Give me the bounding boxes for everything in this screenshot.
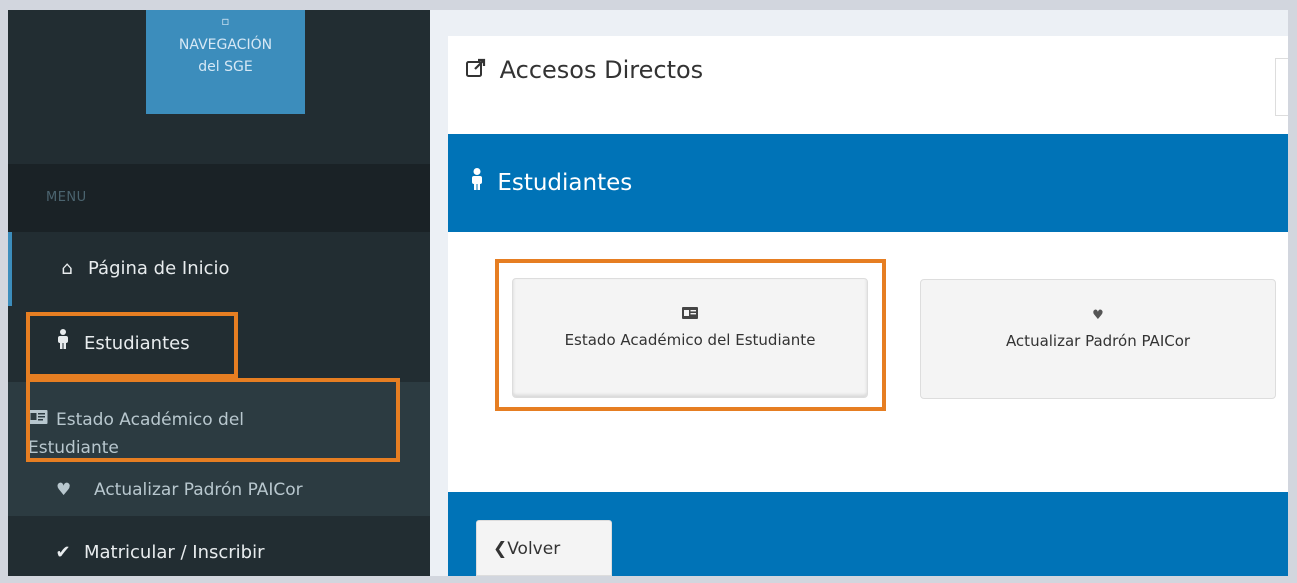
button-label: Volver (507, 539, 561, 559)
app-frame: ▫ NAVEGACIÓN del SGE MENU ⌂ Página de Ini… (8, 10, 1288, 576)
sidebar-item-label: Matricular / Inscribir (84, 542, 265, 563)
sidebar: ▫ NAVEGACIÓN del SGE MENU ⌂ Página de Ini… (8, 10, 430, 576)
section-title-text: Estudiantes (497, 170, 633, 196)
submenu-item-estado-academico[interactable]: Estado Académico del Estudiante (8, 392, 430, 466)
header-control[interactable] (1275, 58, 1288, 116)
submenu-item-paicor[interactable]: ♥ Actualizar Padrón PAICor (8, 470, 430, 510)
nav-button-line2: del SGE (198, 59, 253, 75)
submenu-label-line1: Estado Académico del (56, 410, 245, 430)
card-label: Actualizar Padrón PAICor (1005, 332, 1191, 350)
check-icon: ✔ (55, 542, 71, 563)
nav-button-line1: NAVEGACIÓN (178, 37, 273, 53)
heart-icon: ♥ (56, 480, 72, 500)
sidebar-item-label: Estudiantes (84, 333, 190, 354)
sidebar-item-students[interactable]: Estudiantes (8, 306, 430, 382)
students-submenu: Estado Académico del Estudiante ♥ Actuali… (8, 382, 430, 516)
home-icon: ⌂ (61, 258, 73, 279)
students-section-header: Estudiantes (448, 134, 1288, 232)
navigation-sge-button[interactable]: ▫ NAVEGACIÓN del SGE (146, 10, 305, 114)
student-icon (470, 168, 491, 196)
footer-bar: ❮Volver (448, 492, 1288, 576)
accesos-header: Accesos Directos (448, 36, 1288, 132)
student-icon (52, 306, 74, 382)
sidebar-item-home[interactable]: ⌂ Página de Inicio (8, 232, 430, 306)
shortcuts-area: Estado Académico del Estudiante ♥ Actual… (448, 232, 1288, 490)
main-content: Accesos Directos Estudiantes Estado Acad… (448, 36, 1288, 576)
volver-button[interactable]: ❮Volver (476, 520, 612, 576)
square-icon: ▫ (221, 14, 230, 28)
external-link-icon (466, 56, 494, 84)
chevron-left-icon: ❮ (493, 539, 508, 559)
section-title: Estudiantes (470, 168, 632, 196)
estado-academico-button[interactable]: Estado Académico del Estudiante (512, 278, 868, 398)
page-title: Accesos Directos (466, 56, 703, 84)
id-card-icon (28, 406, 50, 434)
actualizar-paicor-button[interactable]: ♥ Actualizar Padrón PAICor (920, 279, 1276, 399)
submenu-label-line2: Estudiante (28, 438, 119, 458)
card-label: Estado Académico del Estudiante (564, 331, 816, 349)
sidebar-item-label: Página de Inicio (88, 258, 230, 279)
sidebar-item-matricular[interactable]: ✔ Matricular / Inscribir (8, 530, 430, 576)
id-card-icon (513, 307, 867, 331)
heart-icon: ♥ (1092, 308, 1104, 323)
page-title-text: Accesos Directos (499, 56, 704, 84)
submenu-label: Actualizar Padrón PAICor (94, 480, 303, 500)
menu-header: MENU (8, 164, 430, 232)
